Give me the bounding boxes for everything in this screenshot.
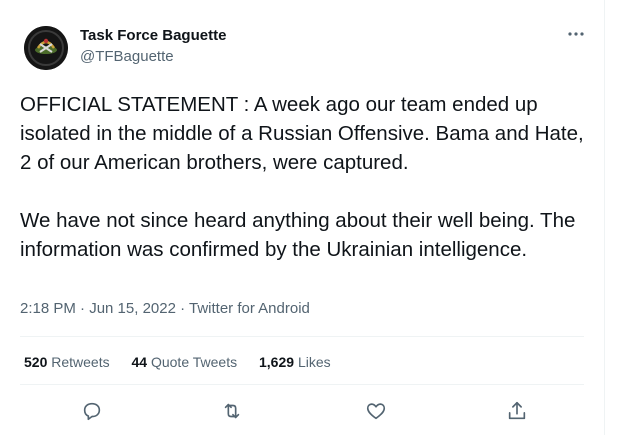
engagement-stats: 520 Retweets 44 Quote Tweets 1,629 Likes: [24, 354, 349, 370]
divider: [20, 384, 584, 385]
quote-tweets-label: Quote Tweets: [150, 354, 238, 370]
tweet-card: Task Force Baguette @TFBaguette OFFICIAL…: [0, 0, 605, 435]
reply-icon[interactable]: [79, 398, 105, 424]
retweet-icon[interactable]: [219, 398, 245, 424]
avatar[interactable]: [24, 26, 68, 70]
tweet-timestamp[interactable]: 2:18 PM · Jun 15, 2022 · Twitter for And…: [20, 300, 310, 317]
quote-tweets-count: 44: [131, 354, 148, 370]
action-bar: [0, 398, 604, 428]
author-name[interactable]: Task Force Baguette: [80, 27, 226, 44]
likes-stat[interactable]: 1,629 Likes: [259, 354, 331, 370]
retweets-count: 520: [24, 354, 48, 370]
divider: [20, 336, 584, 337]
likes-count: 1,629: [259, 354, 295, 370]
share-icon[interactable]: [504, 398, 530, 424]
more-horizontal-icon[interactable]: [566, 24, 586, 44]
task-force-emblem-icon: [24, 26, 68, 70]
quote-tweets-stat[interactable]: 44 Quote Tweets: [132, 354, 238, 370]
like-icon[interactable]: [363, 398, 389, 424]
tweet-text: OFFICIAL STATEMENT : A week ago our team…: [20, 93, 584, 261]
likes-label: Likes: [297, 354, 331, 370]
retweets-stat[interactable]: 520 Retweets: [24, 354, 110, 370]
author-handle[interactable]: @TFBaguette: [80, 48, 174, 65]
retweets-label: Retweets: [51, 354, 110, 370]
